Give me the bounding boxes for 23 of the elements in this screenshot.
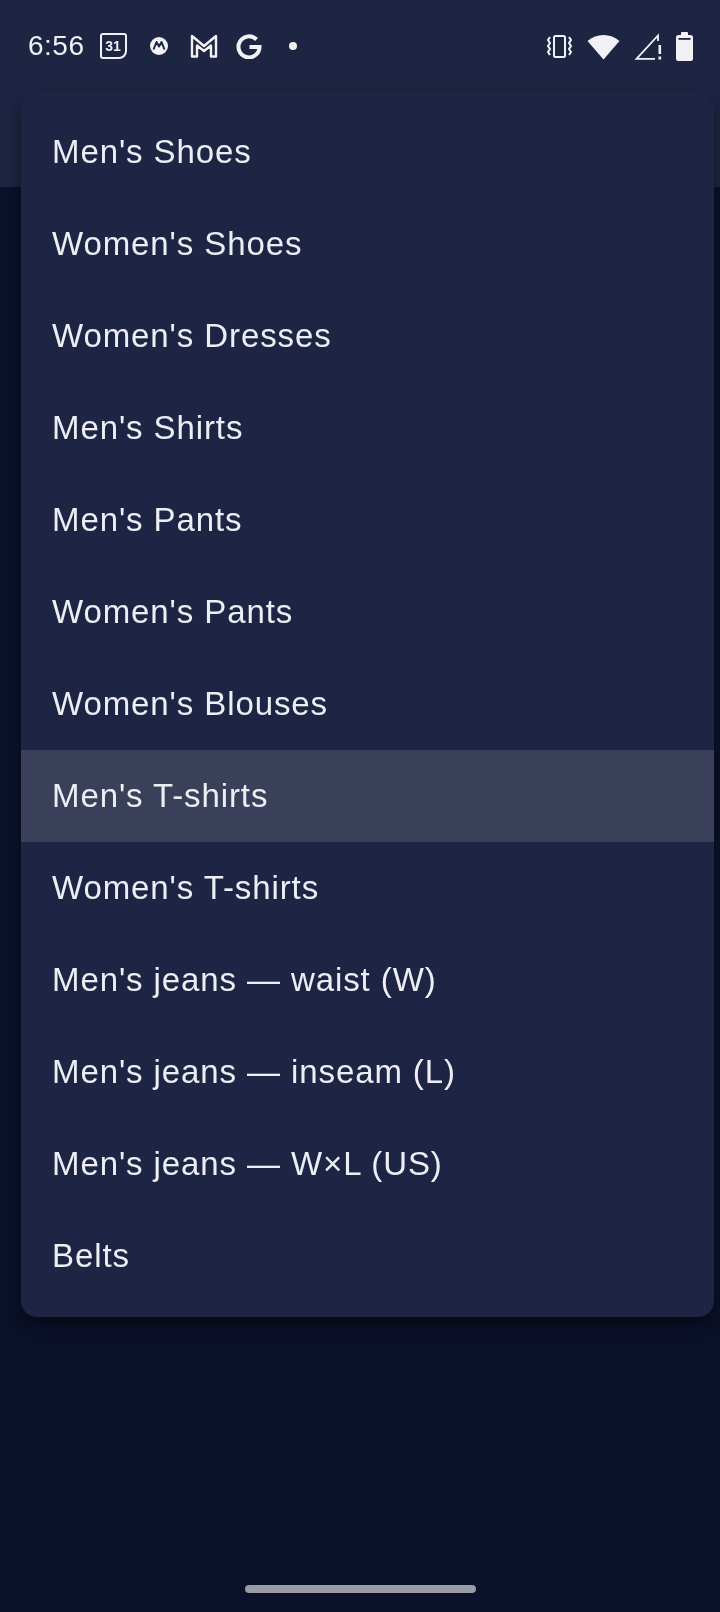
menu-item[interactable]: Men's Pants [21,474,714,566]
vibrate-icon [546,34,573,58]
menu-item[interactable]: Men's Shoes [21,106,714,198]
signal-alert-icon [634,32,662,60]
g-logo-icon [235,33,262,59]
menu-item[interactable]: Men's jeans — inseam (L) [21,1026,714,1118]
menu-item[interactable]: Men's T-shirts [21,750,714,842]
menu-item[interactable]: Women's Shoes [21,198,714,290]
calendar-icon: 31 [99,33,127,59]
wifi-icon [587,32,620,60]
menu-item[interactable]: Women's Blouses [21,658,714,750]
menu-item[interactable]: Women's Pants [21,566,714,658]
status-time: 6:56 [28,30,85,62]
notification-dot-icon [288,42,297,50]
battery-icon [676,31,693,61]
menu-item[interactable]: Men's jeans — waist (W) [21,934,714,1026]
circle-emblem-icon [149,37,168,55]
menu-item[interactable]: Men's Shirts [21,382,714,474]
m-logo-icon [189,34,218,58]
menu-item[interactable]: Men's jeans — W×L (US) [21,1118,714,1210]
menu-item[interactable]: Belts [21,1210,714,1302]
menu-item[interactable]: Women's Dresses [21,290,714,382]
menu-item[interactable]: Women's T-shirts [21,842,714,934]
